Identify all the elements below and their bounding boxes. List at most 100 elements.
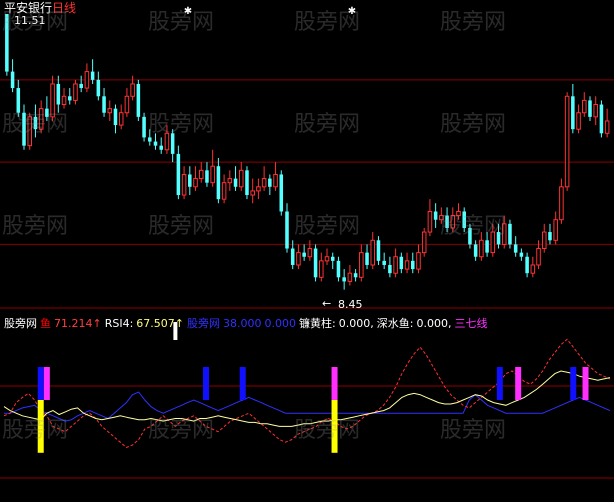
candle-body-down <box>102 96 106 113</box>
candle-body-down <box>45 108 49 117</box>
candle-body-up <box>576 112 581 130</box>
candle-body-down <box>468 227 472 245</box>
blue-bar <box>570 367 577 400</box>
candle-body-down <box>113 108 118 126</box>
legend-item: 镰黄柱: <box>299 317 336 330</box>
candle-body-down <box>176 153 181 196</box>
candle-body-up <box>130 83 135 97</box>
candle-body-up <box>124 95 130 114</box>
yellow-bar <box>37 400 44 453</box>
legend-item: 鱼 <box>40 317 51 330</box>
candle-body-down <box>33 116 38 130</box>
candle-body-down <box>313 248 318 278</box>
stock-title: 平安银行 <box>4 1 53 15</box>
magenta-bar <box>331 367 338 400</box>
candle-body-down <box>90 71 95 80</box>
candle-body-up <box>404 260 410 270</box>
legend-item: 三七线 <box>454 317 488 330</box>
candle-body-up <box>456 210 461 217</box>
candle-body-down <box>285 211 289 249</box>
candle-body-up <box>370 239 376 266</box>
candle-body-up <box>490 231 496 254</box>
candle-body-down <box>519 252 524 257</box>
candle-body-up <box>421 231 427 254</box>
period-label: 日线 <box>52 1 77 15</box>
candle-body-up <box>582 99 587 114</box>
candle-body-up <box>73 83 78 101</box>
candle-body-down <box>342 277 346 282</box>
candle-body-down <box>216 166 221 200</box>
candle-body-down <box>399 256 404 270</box>
candle-body-up <box>181 173 187 196</box>
high-price-label: 11.51 <box>14 14 46 27</box>
blue-bar <box>37 367 44 400</box>
candle-body-up <box>256 186 261 192</box>
indicator-legend: 股旁网鱼 71.214↑ RSI4: 67.507↑ 股旁网 38.000 0.000 镰黄柱… <box>4 317 490 331</box>
candle-body-up <box>479 239 484 258</box>
candle-body-up <box>238 169 244 188</box>
candle-body-up <box>416 252 421 270</box>
candle-body-down <box>496 232 501 245</box>
candle-body-up <box>593 104 598 118</box>
legend-item: 深水鱼: <box>376 317 414 330</box>
candle-body-up <box>347 272 353 282</box>
low-price-label: 8.45 <box>338 298 363 311</box>
candle-body-down <box>513 244 518 253</box>
star-marker: ✱ <box>184 6 192 17</box>
candle-body-up <box>27 116 32 147</box>
legend-item: 股旁网 <box>187 317 221 330</box>
chart-root: ✱ ✱ 平安银行 日线 11.51 8.45 ← 股旁网鱼 71.214↑ RSI4:… <box>0 0 614 502</box>
candle-body-down <box>353 273 358 278</box>
blue-bar <box>239 367 246 400</box>
candle-body-up <box>307 248 313 258</box>
candle-body-up <box>324 256 330 262</box>
legend-item: 0.000, <box>416 317 452 330</box>
candle-body-down <box>382 260 386 265</box>
candle-body-down <box>233 178 238 187</box>
candle-body-down <box>96 79 101 97</box>
candle-body-up <box>198 169 204 180</box>
candle-body-up <box>164 132 170 151</box>
candle-body-down <box>142 116 146 138</box>
candle-body-down <box>525 256 529 274</box>
candle-body-up <box>296 252 301 266</box>
candle-body-up <box>427 210 433 233</box>
low-arrow: ← <box>322 297 332 310</box>
candle-body-down <box>22 112 26 146</box>
candle-body-down <box>10 71 15 89</box>
candle-body-up <box>261 178 267 188</box>
candle-body-down <box>188 174 192 187</box>
candle-body-up <box>107 108 113 114</box>
candle-body-down <box>445 215 449 228</box>
candle-body-up <box>536 248 541 266</box>
candle-body-up <box>530 264 536 274</box>
candle-body-up <box>541 231 547 250</box>
legend-item: 0.000, <box>338 317 374 330</box>
candle-body-up <box>439 215 444 221</box>
candle-body-down <box>485 240 489 253</box>
candle-body-down <box>159 145 163 150</box>
candle-body-up <box>450 215 456 229</box>
candle-body-up <box>559 186 564 221</box>
candle-body-down <box>268 178 272 187</box>
candle-body-down <box>508 223 512 245</box>
candle-body-down <box>388 264 392 274</box>
candle-body-up <box>501 223 507 245</box>
candle-body-down <box>136 83 141 117</box>
candle-body-down <box>336 260 341 278</box>
candle-body-up <box>553 219 558 241</box>
candle-body-down <box>473 244 478 257</box>
candle-body-down <box>462 211 466 228</box>
candle-body-down <box>588 100 592 117</box>
blue-bar <box>203 367 209 400</box>
candle-body-down <box>599 104 604 134</box>
candle-body-down <box>279 174 284 212</box>
candle-body-down <box>170 133 175 154</box>
candle-body-up <box>319 260 324 278</box>
candle-body-down <box>5 14 9 72</box>
candle-body-up <box>250 190 255 196</box>
candle-body-up <box>393 256 398 274</box>
candle-body-down <box>548 232 552 241</box>
candle-body-down <box>205 170 209 183</box>
candle-body-down <box>302 252 306 257</box>
